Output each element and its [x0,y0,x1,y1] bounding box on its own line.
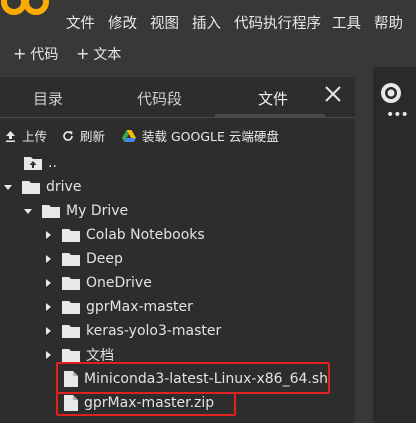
tree-item-label: Colab Notebooks [86,227,205,243]
tree-item-folder[interactable]: gprMax-master [42,295,193,319]
toolbar [0,40,416,67]
tree-item-folder[interactable]: keras-yolo3-master [42,319,221,343]
chevron-right-icon[interactable] [42,301,54,313]
chevron-right-icon[interactable] [42,253,54,265]
chevron-right-icon[interactable] [42,229,54,241]
folder-up-icon [24,157,42,170]
chevron-right-icon[interactable] [42,325,54,337]
tree-item-mydrive[interactable]: My Drive [22,199,128,223]
tree-item-label: drive [46,179,82,195]
refresh-icon [63,130,73,141]
mount-drive-button[interactable]: 装载 GOOGLE 云端硬盘 [122,126,279,145]
folder-icon [62,349,80,362]
right-toolbar: ••• [373,67,416,423]
folder-icon [62,277,80,290]
plus-icon: + [13,44,27,63]
google-drive-icon [122,129,136,142]
tree-item-folder[interactable]: Colab Notebooks [42,223,205,247]
refresh-label: 刷新 [80,129,106,144]
menu-help[interactable]: 帮助 [374,12,403,33]
colab-logo-icon [1,0,49,15]
menu-file[interactable]: 文件 [66,12,95,33]
upload-button[interactable]: 上传 [5,126,47,145]
tree-item-folder[interactable]: OneDrive [42,271,152,295]
menu-runtime[interactable]: 代码执行程序 [234,12,321,33]
panel-tabs: 目录 代码段 文件 [0,77,355,118]
chevron-down-icon[interactable] [22,205,34,217]
tab-files[interactable]: 文件 [258,88,288,109]
refresh-button[interactable]: 刷新 [62,126,105,145]
chevron-right-icon[interactable] [42,349,54,361]
tab-toc[interactable]: 目录 [33,88,63,109]
folder-icon [62,253,80,266]
folder-icon [62,229,80,242]
plus-icon: + [76,44,90,63]
tree-item-label: .. [48,155,57,171]
highlight-box [56,362,330,394]
add-text-button[interactable]: + 文本 [76,44,121,64]
tree-item-folder[interactable]: Deep [42,247,123,271]
folder-icon [62,325,80,338]
close-icon[interactable] [322,83,344,105]
tree-item-parent[interactable]: .. [24,151,57,175]
tree-item-label: keras-yolo3-master [86,323,222,339]
mount-drive-label: 装载 GOOGLE 云端硬盘 [142,129,279,144]
add-text-label: 文本 [93,47,122,63]
menu-insert[interactable]: 插入 [192,12,221,33]
menu-view[interactable]: 视图 [150,12,179,33]
panel-separator [355,67,373,423]
active-tab-indicator [215,114,325,117]
tree-item-label: gprMax-master [86,299,193,315]
folder-icon [62,301,80,314]
chevron-right-icon[interactable] [42,277,54,289]
menu-tools[interactable]: 工具 [332,12,361,33]
upload-label: 上传 [22,129,48,144]
tree-item-drive[interactable]: drive [2,175,81,199]
upload-icon [6,130,15,142]
tree-item-label: OneDrive [86,275,152,291]
side-panel: 目录 代码段 文件 上传 刷新 装载 GOOGLE 云端硬盘 .. drive … [0,77,355,423]
folder-icon [22,181,40,194]
folder-icon [42,205,60,218]
record-icon[interactable] [379,81,403,105]
chevron-down-icon[interactable] [2,181,14,193]
add-code-label: 代码 [30,47,59,63]
add-code-button[interactable]: + 代码 [13,44,58,64]
tree-item-label: Deep [86,251,123,267]
tree-item-label: My Drive [66,203,129,219]
menu-edit[interactable]: 修改 [108,12,137,33]
tab-snippets[interactable]: 代码段 [137,88,182,109]
highlight-box [56,392,236,416]
more-options-icon[interactable]: ••• [386,107,409,123]
